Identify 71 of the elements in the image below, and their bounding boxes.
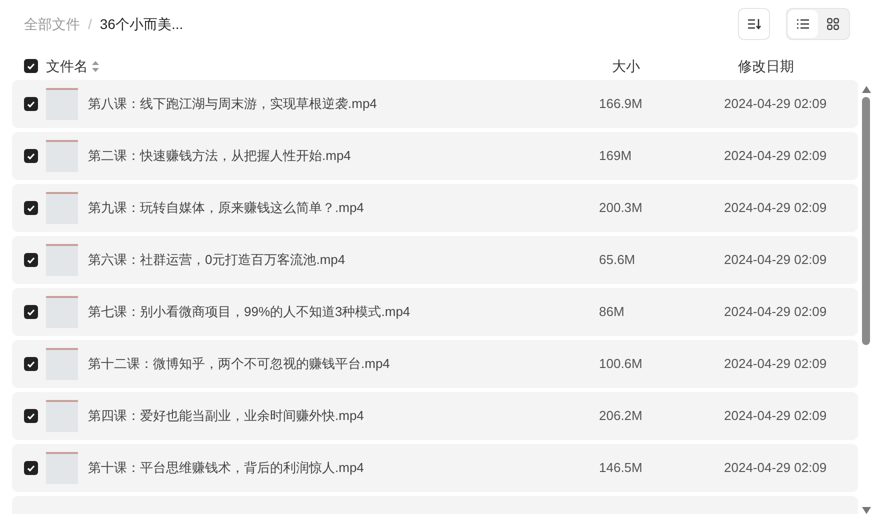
list-icon	[797, 19, 809, 29]
file-size: 166.9M	[599, 95, 644, 114]
video-thumbnail	[46, 192, 78, 224]
video-thumbnail	[46, 400, 78, 432]
checkmark-icon	[27, 308, 35, 316]
checkbox[interactable]	[24, 409, 38, 423]
modified-date: 2024-04-29 02:09	[724, 147, 827, 166]
file-name[interactable]: 第九课：玩转自媒体，原来赚钱这么简单？.mp4	[88, 198, 599, 218]
file-row[interactable]: 第八课：线下跑江湖与周末游，实现草根逆袭.mp4 166.9M 2024-04-29 02:09	[12, 80, 858, 128]
checkbox[interactable]	[24, 201, 38, 215]
modified-date: 2024-04-29 02:09	[724, 199, 827, 218]
checkbox[interactable]	[24, 357, 38, 371]
checkmark-icon	[27, 152, 35, 160]
file-row[interactable]: 第四课：爱好也能当副业，业余时间赚外快.mp4 206.2M 2024-04-29 02:09	[12, 392, 858, 440]
video-thumbnail	[46, 88, 78, 120]
file-row[interactable]: 第十课：平台思维赚钱术，背后的利润惊人.mp4 146.5M 2024-04-29 02:09	[12, 444, 858, 492]
checkmark-icon	[27, 464, 35, 472]
file-size: 169M	[599, 147, 633, 166]
checkmark-icon	[27, 62, 35, 70]
checkmark-icon	[27, 204, 35, 212]
checkbox[interactable]	[24, 305, 38, 319]
file-name[interactable]: 第十课：平台思维赚钱术，背后的利润惊人.mp4	[88, 458, 599, 478]
modified-date: 2024-04-29 02:09	[724, 459, 827, 478]
sort-arrows-icon[interactable]	[92, 60, 99, 72]
file-size: 86M	[599, 303, 626, 322]
checkmark-icon	[27, 360, 35, 368]
modified-date: 2024-04-29 02:09	[724, 355, 827, 374]
column-header[interactable]: 大小	[612, 56, 640, 76]
scroll-up-icon[interactable]	[862, 86, 870, 93]
file-row[interactable]: 第二课：快速赚钱方法，从把握人性开始.mp4 169M 2024-04-29 02:09	[12, 132, 858, 180]
file-name[interactable]: 第二课：快速赚钱方法，从把握人性开始.mp4	[88, 146, 599, 166]
sort-icon	[747, 18, 761, 30]
column-header[interactable]: 修改日期	[738, 56, 794, 76]
file-row[interactable]: 第九课：玩转自媒体，原来赚钱这么简单？.mp4 200.3M 2024-04-29 02:09	[12, 184, 858, 232]
file-size: 100.6M	[599, 355, 644, 374]
file-size: 200.3M	[599, 199, 644, 218]
checkbox[interactable]	[24, 97, 38, 111]
modified-date: 2024-04-29 02:09	[724, 407, 827, 426]
breadcrumb-separator: /	[88, 15, 92, 34]
video-thumbnail	[46, 452, 78, 484]
file-row[interactable]: 第六课：社群运营，0元打造百万客流池.mp4 65.6M 2024-04-29 02:09	[12, 236, 858, 284]
checkbox[interactable]	[24, 461, 38, 475]
video-thumbnail	[46, 296, 78, 328]
column-header[interactable]: 文件名	[46, 56, 88, 76]
video-thumbnail	[46, 348, 78, 380]
file-name[interactable]: 第四课：爱好也能当副业，业余时间赚外快.mp4	[88, 406, 599, 426]
file-name[interactable]: 第八课：线下跑江湖与周末游，实现草根逆袭.mp4	[88, 94, 599, 114]
video-thumbnail	[46, 140, 78, 172]
file-row[interactable]: 第七课：别小看微商项目，99%的人不知道3种模式.mp4 86M 2024-04-29 02:09	[12, 288, 858, 336]
file-size: 65.6M	[599, 251, 636, 270]
modified-date: 2024-04-29 02:09	[724, 95, 827, 114]
file-name[interactable]: 第六课：社群运营，0元打造百万客流池.mp4	[88, 250, 599, 270]
list-view-button[interactable]	[788, 10, 818, 38]
file-name[interactable]: 第十二课：微博知乎，两个不可忽视的赚钱平台.mp4	[88, 354, 599, 374]
checkmark-icon	[27, 412, 35, 420]
scroll-down-icon[interactable]	[862, 507, 870, 514]
file-size: 146.5M	[599, 459, 644, 478]
modified-date: 2024-04-29 02:09	[724, 251, 827, 270]
checkmark-icon	[27, 256, 35, 264]
file-row[interactable]: 第十二课：微博知乎，两个不可忽视的赚钱平台.mp4 100.6M 2024-04-29 02:09	[12, 340, 858, 388]
file-size: 206.2M	[599, 407, 644, 426]
grid-icon	[827, 18, 839, 30]
checkmark-icon	[27, 100, 35, 108]
breadcrumb-item[interactable]: 36个小而美...	[100, 14, 184, 34]
file-name[interactable]: 第七课：别小看微商项目，99%的人不知道3种模式.mp4	[88, 302, 599, 322]
checkbox[interactable]	[24, 59, 38, 73]
modified-date: 2024-04-29 02:09	[724, 303, 827, 322]
checkbox[interactable]	[24, 149, 38, 163]
checkbox[interactable]	[24, 253, 38, 267]
sort-button[interactable]	[738, 8, 770, 40]
video-thumbnail	[46, 244, 78, 276]
